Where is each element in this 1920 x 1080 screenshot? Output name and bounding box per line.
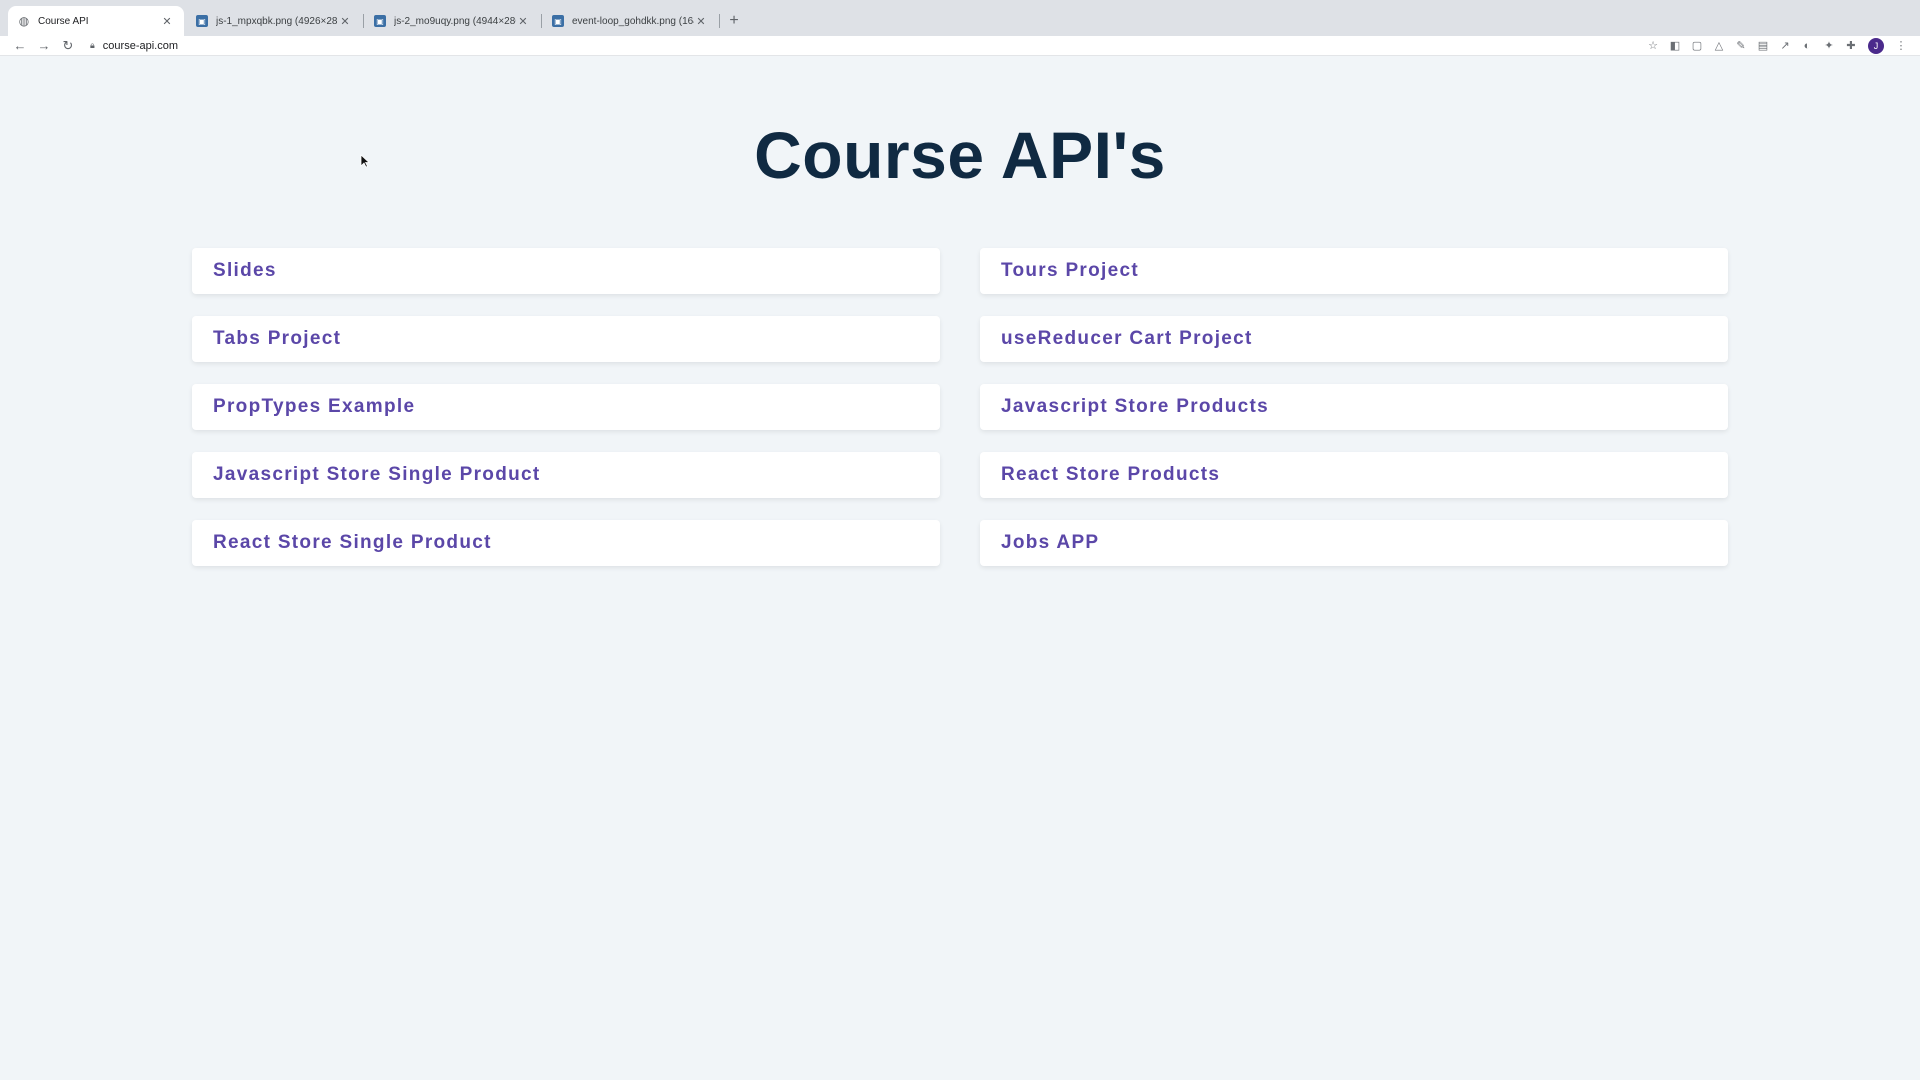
image-icon: ▣ <box>552 15 564 27</box>
image-icon: ▣ <box>374 15 386 27</box>
image-icon: ▣ <box>196 15 208 27</box>
link-javascript-store-single-product[interactable]: Javascript Store Single Product <box>192 452 940 498</box>
extension-icon[interactable]: ▤ <box>1752 37 1774 55</box>
link-react-store-products[interactable]: React Store Products <box>980 452 1728 498</box>
extension-icon[interactable]: ◐ <box>1796 37 1818 55</box>
browser-tab-strip: ◍ Course API ✕ ▣ js-1_mpxqbk.png (4926×2… <box>0 0 1920 36</box>
page-content: Course API's Slides Tours Project Tabs P… <box>0 57 1920 1080</box>
browser-tab-event-loop[interactable]: ▣ event-loop_gohdkk.png (1648 ✕ <box>542 6 720 36</box>
mouse-cursor-icon <box>360 154 370 168</box>
browser-toolbar: ← → ↻ 🔒︎ course-api.com ☆ ◧ ▢ △ ✎ ▤ ↗ ◐ … <box>0 36 1920 56</box>
tab-separator <box>719 14 720 28</box>
close-icon[interactable]: ✕ <box>516 15 530 28</box>
new-tab-button[interactable]: + <box>720 6 748 36</box>
link-javascript-store-products[interactable]: Javascript Store Products <box>980 384 1728 430</box>
reload-icon: ↻ <box>62 37 74 53</box>
link-slides[interactable]: Slides <box>192 248 940 294</box>
tab-title: js-1_mpxqbk.png (4926×2862) <box>216 15 338 27</box>
close-icon[interactable]: ✕ <box>160 15 174 28</box>
extension-icon[interactable]: ✎ <box>1730 37 1752 55</box>
avatar[interactable]: J <box>1868 37 1884 54</box>
link-tours-project[interactable]: Tours Project <box>980 248 1728 294</box>
page-title: Course API's <box>754 118 1166 192</box>
extension-icon[interactable]: ▢ <box>1686 37 1708 55</box>
arrow-left-icon: ← <box>13 38 27 53</box>
tab-title: event-loop_gohdkk.png (1648 <box>572 15 694 27</box>
kebab-menu-icon[interactable]: ⋮ <box>1890 37 1912 55</box>
link-tabs-project[interactable]: Tabs Project <box>192 316 940 362</box>
tab-title: Course API <box>38 15 89 27</box>
bookmark-star-icon[interactable]: ☆ <box>1642 37 1664 55</box>
extension-icon[interactable]: △ <box>1708 37 1730 55</box>
puzzle-icon[interactable]: ✚ <box>1840 37 1862 55</box>
extension-icon[interactable]: ✦ <box>1818 37 1840 55</box>
reload-button[interactable]: ↻ <box>56 37 80 55</box>
link-proptypes-example[interactable]: PropTypes Example <box>192 384 940 430</box>
link-jobs-app[interactable]: Jobs APP <box>980 520 1728 566</box>
url-text: course-api.com <box>102 39 178 52</box>
arrow-right-icon: → <box>37 38 51 53</box>
browser-tab-js-1[interactable]: ▣ js-1_mpxqbk.png (4926×2862) ✕ <box>186 6 364 36</box>
address-bar[interactable]: 🔒︎ course-api.com <box>80 37 1642 55</box>
globe-icon: ◍ <box>18 14 30 28</box>
tab-title: js-2_mo9uqy.png (4944×2864) <box>394 15 516 27</box>
api-links-grid: Slides Tours Project Tabs Project useRed… <box>192 248 1728 566</box>
forward-button[interactable]: → <box>32 37 56 55</box>
back-button[interactable]: ← <box>8 37 32 55</box>
browser-tab-course-api[interactable]: ◍ Course API ✕ <box>8 6 184 36</box>
extension-icon[interactable]: ↗ <box>1774 37 1796 55</box>
lock-icon: 🔒︎ <box>90 40 95 50</box>
close-icon[interactable]: ✕ <box>694 15 708 28</box>
plus-icon: + <box>729 12 739 29</box>
link-usereducer-cart-project[interactable]: useReducer Cart Project <box>980 316 1728 362</box>
close-icon[interactable]: ✕ <box>338 15 352 28</box>
link-react-store-single-product[interactable]: React Store Single Product <box>192 520 940 566</box>
browser-tab-js-2[interactable]: ▣ js-2_mo9uqy.png (4944×2864) ✕ <box>364 6 542 36</box>
extension-icon[interactable]: ◧ <box>1664 37 1686 55</box>
